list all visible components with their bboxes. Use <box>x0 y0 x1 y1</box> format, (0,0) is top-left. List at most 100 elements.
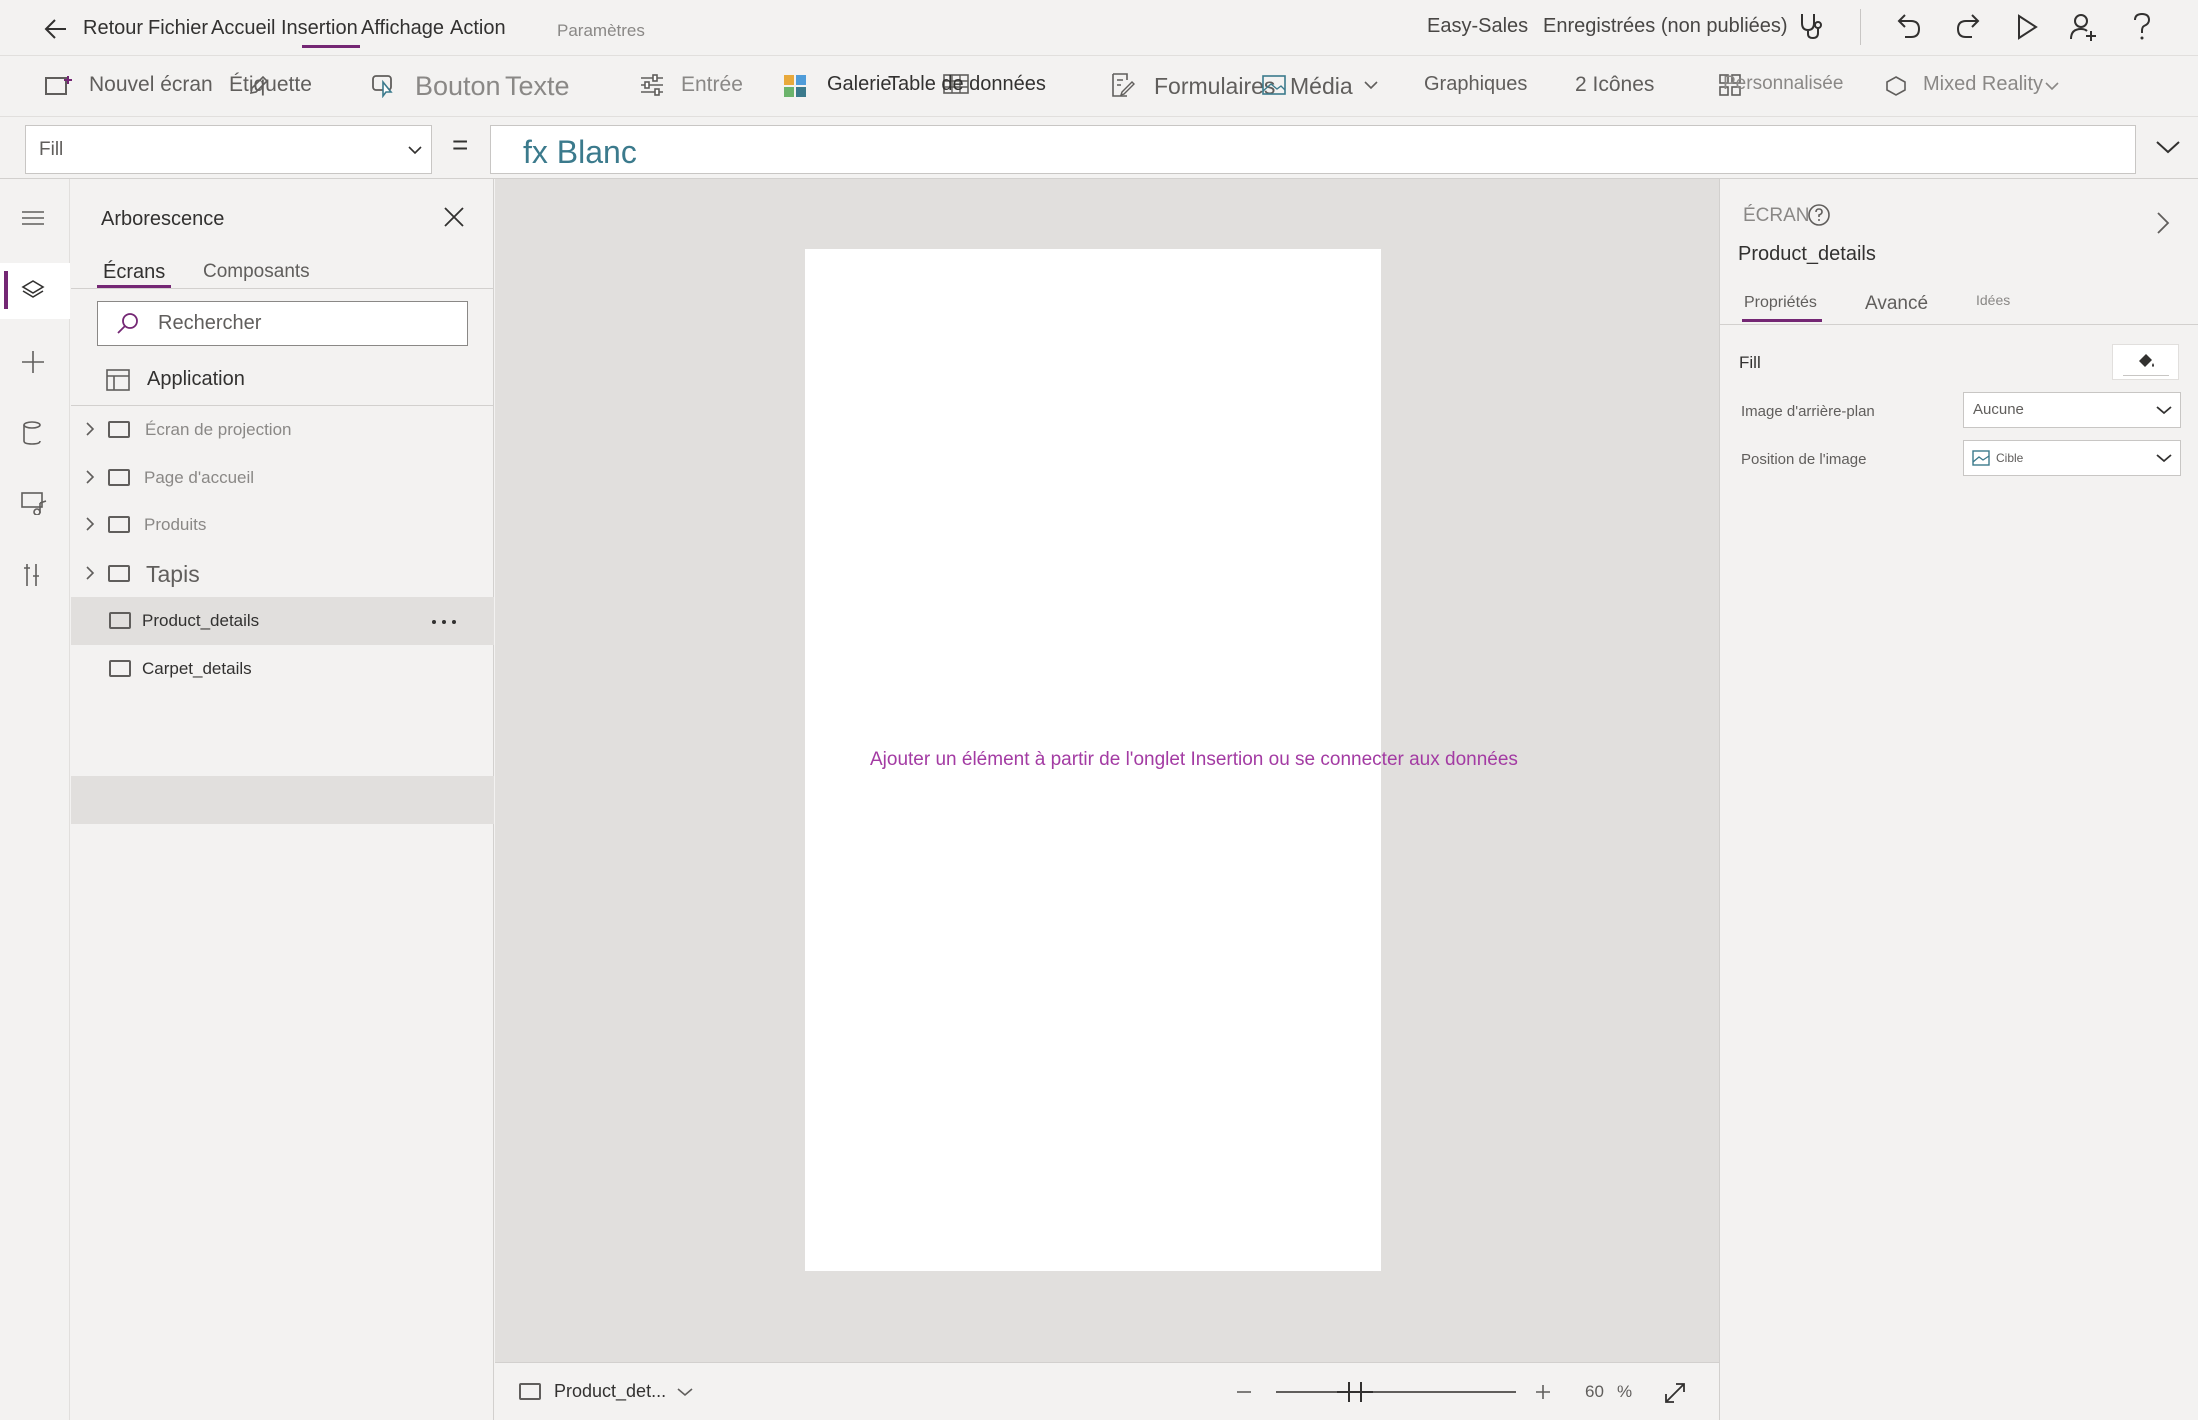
help-circle-icon[interactable] <box>1807 203 1831 227</box>
empty-screen-hint[interactable]: Ajouter un élément à partir de l'onglet … <box>870 749 1518 771</box>
bg-image-dropdown[interactable]: Aucune <box>1963 392 2181 428</box>
zoom-out-minus-icon[interactable] <box>1236 1390 1252 1394</box>
text-button[interactable]: Texte <box>505 71 570 102</box>
forms-button[interactable]: Formulaires <box>1154 73 1275 100</box>
undo-icon[interactable] <box>1896 12 1922 40</box>
property-value: Fill <box>39 139 64 160</box>
screen-selector-chevron-down-icon[interactable] <box>677 1387 693 1397</box>
button-cursor-icon[interactable] <box>371 72 397 98</box>
chevron-right-icon[interactable] <box>85 421 95 437</box>
menu-action[interactable]: Action <box>450 17 506 40</box>
data-cylinder-icon[interactable] <box>20 420 44 446</box>
fill-label: Fill <box>1739 353 1761 372</box>
charts-button[interactable]: Graphiques <box>1424 73 1527 96</box>
formula-bar: Fill = fx Blanc <box>0 117 2198 179</box>
app-node-label: Application <box>147 368 245 390</box>
canvas-status-bar: Product_det... 60 % <box>495 1362 1719 1420</box>
mixed-reality-icon[interactable] <box>1885 75 1907 97</box>
zoom-value[interactable]: 60 <box>1585 1382 1604 1402</box>
menu-accueil[interactable]: Accueil <box>211 17 275 40</box>
chevron-right-icon[interactable] <box>85 565 95 581</box>
back-button[interactable]: Retour <box>83 17 143 40</box>
screen-icon <box>519 1383 541 1400</box>
menu-affichage[interactable]: Affichage <box>361 17 444 40</box>
zoom-slider-thumb[interactable] <box>1335 1381 1375 1403</box>
mixed-reality-button[interactable]: Mixed Reality <box>1923 73 2043 96</box>
media-button[interactable]: Média <box>1290 73 1353 100</box>
menu-parametres[interactable]: Paramètres <box>557 21 645 41</box>
tab-screens[interactable]: Écrans <box>103 261 165 284</box>
mixed-reality-chevron-down-icon[interactable] <box>2045 81 2059 91</box>
search-icon <box>116 312 140 336</box>
screen-icon <box>109 660 131 677</box>
collapse-panel-chevron-right-icon[interactable] <box>2156 211 2170 235</box>
more-options-icon[interactable] <box>431 619 457 625</box>
expand-formula-chevron-down-icon[interactable] <box>2155 139 2181 155</box>
button-button[interactable]: Bouton <box>415 71 501 102</box>
tree-search-input[interactable]: Rechercher <box>97 301 468 346</box>
input-button[interactable]: Entrée <box>681 73 743 97</box>
tree-screen-row[interactable]: Produits <box>71 501 494 549</box>
screen-selector[interactable]: Product_det... <box>554 1381 666 1402</box>
menu-insertion[interactable]: Insertion <box>281 17 358 40</box>
help-icon[interactable] <box>2132 12 2152 42</box>
forms-icon[interactable] <box>1109 72 1135 98</box>
gallery-icon[interactable] <box>783 74 807 98</box>
new-screen-button[interactable]: Nouvel écran <box>89 73 213 97</box>
tab-advanced[interactable]: Avancé <box>1865 293 1928 315</box>
formula-expression: fx Blanc <box>523 134 637 170</box>
properties-panel: ÉCRAN Product_details Propriétés Avancé … <box>1719 179 2198 1420</box>
media-library-icon[interactable] <box>20 491 48 515</box>
equals-sign: = <box>452 129 469 160</box>
formula-input[interactable]: fx Blanc <box>490 125 2136 174</box>
screen-icon <box>108 421 130 438</box>
zoom-in-plus-icon[interactable] <box>1535 1384 1551 1400</box>
share-user-icon[interactable] <box>2069 12 2099 42</box>
app-grid-icon <box>106 369 130 391</box>
property-chevron-down-icon <box>408 145 422 155</box>
insert-plus-icon[interactable] <box>20 349 46 375</box>
redo-icon[interactable] <box>1955 12 1981 40</box>
label-pencil-icon <box>248 74 270 96</box>
back-arrow-icon[interactable] <box>44 18 68 40</box>
advanced-tools-icon[interactable] <box>20 562 44 588</box>
tree-screen-row[interactable]: Écran de projection <box>71 406 494 454</box>
tree-screen-row-selected[interactable] <box>71 776 494 824</box>
icons-button[interactable]: 2 Icônes <box>1575 73 1654 97</box>
gallery-button[interactable]: Galerie <box>827 73 891 96</box>
zoom-slider-track[interactable] <box>1276 1391 1516 1393</box>
screen-label: Page d'accueil <box>144 468 255 487</box>
tab-components[interactable]: Composants <box>203 261 310 283</box>
tree-screen-row[interactable]: Tapis <box>71 550 494 598</box>
close-icon[interactable] <box>443 206 465 228</box>
tab-properties[interactable]: Propriétés <box>1744 294 1817 312</box>
menu-fichier[interactable]: Fichier <box>148 17 208 40</box>
tab-ideas[interactable]: Idées <box>1976 292 2010 308</box>
app-name: Easy-Sales <box>1427 15 1529 37</box>
image-position-dropdown[interactable]: Cible <box>1963 440 2181 476</box>
custom-button[interactable]: Personnalisée <box>1723 73 1843 95</box>
screen-icon <box>108 565 130 582</box>
chevron-right-icon[interactable] <box>85 469 95 485</box>
data-table-button[interactable]: Table de données <box>888 73 1046 96</box>
media-chevron-down-icon[interactable] <box>1364 80 1378 90</box>
tree-app-node[interactable]: Application <box>71 356 494 404</box>
media-icon[interactable] <box>1262 75 1286 95</box>
chevron-right-icon[interactable] <box>85 516 95 532</box>
label-button[interactable]: Étiquette <box>229 73 312 97</box>
tree-screen-row-selected[interactable]: Product_details <box>71 597 494 645</box>
menu-insertion-underline <box>302 45 360 48</box>
stethoscope-icon[interactable] <box>1796 11 1826 41</box>
input-sliders-icon[interactable] <box>639 74 665 96</box>
image-position-label: Position de l'image <box>1741 451 1867 468</box>
tree-screen-row[interactable]: Page d'accueil <box>71 454 494 502</box>
hamburger-menu-icon[interactable] <box>20 209 46 227</box>
tree-screen-row[interactable]: Carpet_details <box>71 645 494 693</box>
play-icon[interactable] <box>2016 14 2038 40</box>
property-dropdown[interactable]: Fill <box>25 125 432 174</box>
fit-to-window-icon[interactable] <box>1663 1381 1687 1405</box>
tree-view-layers-icon[interactable] <box>20 278 46 302</box>
new-screen-icon[interactable] <box>44 74 72 98</box>
fill-color-picker[interactable] <box>2112 344 2179 380</box>
tree-view-title: Arborescence <box>101 208 225 230</box>
